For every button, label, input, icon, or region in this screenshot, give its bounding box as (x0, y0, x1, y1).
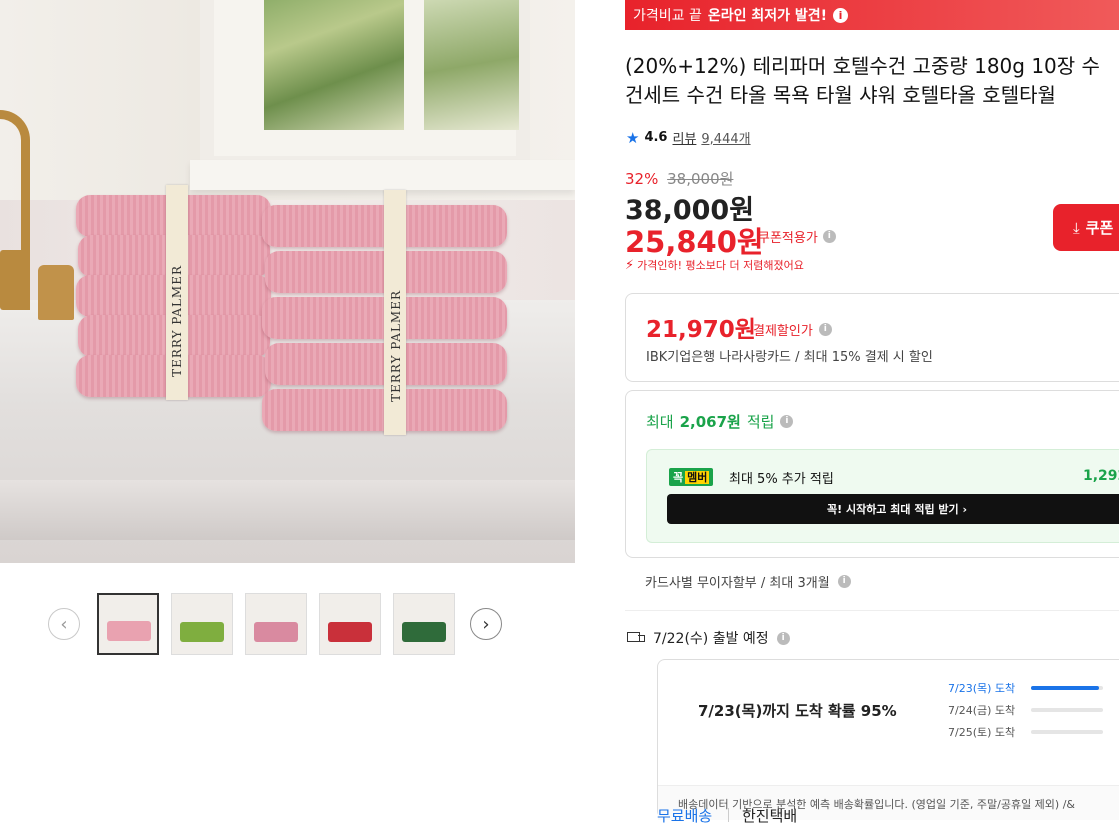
discount-info: 32% 38,000원 (625, 168, 733, 189)
towel-stack-left: TERRY PALMER (76, 185, 276, 405)
installment-info: 카드사별 무이자할부 / 최대 3개월 i (645, 572, 851, 591)
info-icon[interactable]: i (818, 323, 832, 336)
brand-band-text: TERRY PALMER (170, 265, 184, 377)
membership-badge: 꼭 멤버 (669, 468, 714, 486)
delivery-probability-box: 7/23(목)까지 도착 확률 95% 7/23(목) 도착 7/24(금) 도… (657, 659, 1119, 820)
star-icon: ★ (626, 128, 640, 147)
carrier-name: 한진택배 (742, 807, 798, 825)
thumbnail[interactable] (393, 593, 455, 655)
departure-info: 7/22(수) 출발 예정 i (627, 628, 790, 648)
payment-discount-price: 21,970원 (646, 317, 756, 343)
thumbnail[interactable] (97, 593, 159, 655)
arrival-day-row: 7/24(금) 도착 (948, 702, 1103, 718)
info-icon[interactable]: i (780, 415, 794, 428)
brand-band-text: TERRY PALMER (389, 290, 403, 402)
info-icon[interactable]: i (776, 631, 790, 645)
coupon-price: 25,840원 (625, 225, 764, 259)
original-price: 38,000원 (667, 170, 734, 188)
reward-card: 최대 2,067원 적립 i 꼭멤버 최대 5% 추가 적립 1,292 꼭! … (625, 390, 1119, 558)
probability-bar (1031, 708, 1103, 712)
discount-percent: 32% (625, 170, 659, 188)
membership-box: 꼭멤버 최대 5% 추가 적립 1,292 꼭! 시작하고 최대 적립 받기 › (646, 449, 1119, 543)
truck-icon (627, 632, 645, 644)
promo-highlight: 온라인 최저가 발견! (707, 8, 828, 24)
probability-bar (1031, 686, 1103, 690)
download-icon: ⤓ (1073, 218, 1080, 237)
chevron-right-icon[interactable]: › (470, 608, 502, 640)
review-count[interactable]: 9,444개 (701, 128, 750, 147)
rating-score: 4.6 (644, 130, 668, 145)
info-icon[interactable]: i (837, 575, 851, 588)
thumbnail-carousel: ‹ › (48, 592, 508, 656)
chevron-left-icon[interactable]: ‹ (48, 608, 80, 640)
product-title: (20%+12%) 테리파머 호텔수건 고중량 180g 10장 수건세트 수건… (625, 54, 1100, 107)
max-reward: 최대 2,067원 적립 i (646, 411, 794, 432)
membership-start-button[interactable]: 꼭! 시작하고 최대 적립 받기 › (667, 494, 1119, 524)
divider (625, 610, 1119, 611)
arrival-day-row: 7/23(목) 도착 (948, 680, 1103, 696)
towel-stack-right: TERRY PALMER (262, 190, 512, 440)
payment-discount-desc: IBK기업은행 나라사랑카드 / 최대 15% 결제 시 할인 (646, 350, 933, 365)
thumbnail[interactable] (171, 593, 233, 655)
rating-summary[interactable]: ★ 4.6 리뷰 9,444개 (626, 128, 751, 148)
coupon-price-label: 쿠폰적용가 i (758, 227, 836, 246)
promo-prefix: 가격비교 끝 (633, 8, 702, 24)
window (200, 0, 530, 170)
lightning-icon: ⚡ (625, 257, 635, 273)
info-icon[interactable]: i (833, 7, 849, 23)
membership-amount: 1,292 (1083, 468, 1119, 484)
info-icon[interactable]: i (822, 230, 836, 243)
product-main-image[interactable]: TERRY PALMER TERRY PALMER (0, 0, 575, 563)
probability-bar (1031, 730, 1103, 734)
lowest-price-banner[interactable]: 가격비교 끝 온라인 최저가 발견! i (625, 0, 1119, 30)
review-label[interactable]: 리뷰 (672, 128, 696, 147)
thumbnail[interactable] (319, 593, 381, 655)
thumbnail[interactable] (245, 593, 307, 655)
membership-text: 최대 5% 추가 적립 (729, 472, 834, 487)
price-down-notice: ⚡ 가격인하! 평소보다 더 저렴해졌어요 (625, 257, 804, 273)
payment-discount-label: 결제할인가 i (753, 320, 832, 339)
coupon-download-button[interactable]: ⤓ 쿠폰 (1053, 204, 1119, 251)
arrival-day-row: 7/25(토) 도착 (948, 724, 1103, 740)
reward-amount: 2,067원 (679, 413, 741, 431)
arrival-probability: 7/23(목)까지 도착 확률 95% (698, 702, 897, 720)
free-shipping-label[interactable]: 무료배송 (657, 805, 712, 826)
payment-discount-card: 21,970원 결제할인가 i IBK기업은행 나라사랑카드 / 최대 15% … (625, 293, 1119, 382)
